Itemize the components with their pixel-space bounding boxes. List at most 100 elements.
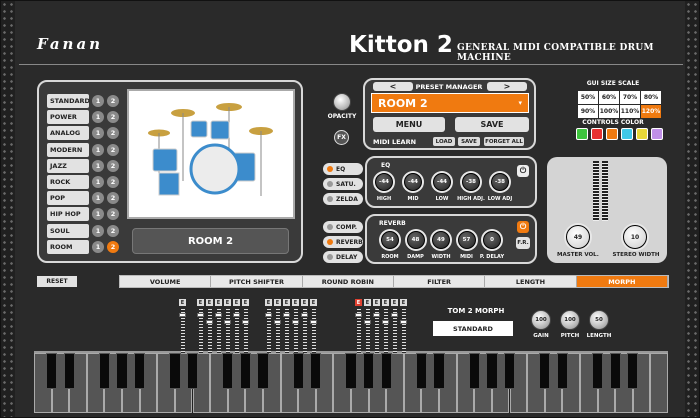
effect-knob[interactable]: -44 — [402, 171, 424, 193]
master-volume-knob[interactable]: 49 — [564, 223, 592, 251]
black-key[interactable] — [186, 353, 199, 389]
black-key[interactable] — [591, 353, 604, 389]
kit-variant-2-button[interactable]: 2 — [107, 143, 119, 156]
kit-label[interactable]: MODERN — [47, 142, 89, 157]
fader-handle[interactable] — [274, 320, 281, 324]
stereo-width-knob[interactable]: 10 — [621, 223, 649, 251]
kit-label[interactable]: ANALOG — [47, 126, 89, 141]
color-swatch[interactable] — [591, 128, 603, 140]
morph-knob[interactable]: 100 — [560, 310, 580, 330]
fader-handle[interactable] — [283, 313, 290, 317]
gui-scale-option[interactable]: 60% — [599, 91, 619, 104]
black-key[interactable] — [310, 353, 322, 389]
black-key[interactable] — [380, 353, 392, 389]
kit-variant-2-button[interactable]: 2 — [107, 208, 119, 221]
black-key[interactable] — [45, 353, 58, 389]
fader-enable-box[interactable]: E — [382, 299, 389, 306]
effect-knob[interactable]: -44 — [373, 171, 395, 193]
color-swatch[interactable] — [606, 128, 618, 140]
fader-handle[interactable] — [197, 313, 204, 317]
effect-knob[interactable]: 57 — [455, 229, 478, 251]
effect-knob[interactable]: -38 — [460, 171, 482, 193]
tab-filter[interactable]: FILTER — [394, 276, 486, 287]
kit-variant-1-button[interactable]: 1 — [92, 224, 104, 237]
fader-enable-box[interactable]: E — [391, 299, 398, 306]
forget-all-button[interactable]: FORGET ALL — [484, 137, 524, 146]
piano-keyboard[interactable] — [34, 351, 668, 413]
fader-handle[interactable] — [364, 320, 371, 324]
black-key[interactable] — [503, 353, 516, 389]
kit-label[interactable]: JAZZ — [47, 158, 89, 173]
effect-knob[interactable]: -38 — [489, 171, 511, 193]
color-swatch[interactable] — [621, 128, 633, 140]
fader-handle[interactable] — [310, 320, 317, 324]
effect-knob[interactable]: -44 — [431, 171, 453, 193]
kit-label[interactable]: POWER — [47, 110, 89, 125]
gui-scale-option[interactable]: 50% — [578, 91, 598, 104]
gui-scale-option[interactable]: 110% — [620, 105, 640, 118]
white-key[interactable] — [650, 353, 668, 413]
fx-button[interactable]: FX — [334, 130, 349, 145]
fader-handle[interactable] — [292, 320, 299, 324]
fader-enable-box[interactable]: E — [355, 299, 362, 306]
midi-load-button[interactable]: LOAD — [433, 137, 455, 146]
tab-volume[interactable]: VOLUME — [120, 276, 212, 287]
color-swatch[interactable] — [576, 128, 588, 140]
fx-toggle-button[interactable]: ZELDA — [323, 193, 363, 205]
gui-scale-option[interactable]: 100% — [599, 105, 619, 118]
gui-scale-option[interactable]: 80% — [641, 91, 661, 104]
black-key[interactable] — [556, 353, 568, 389]
kit-label[interactable]: ROCK — [47, 175, 89, 189]
black-key[interactable] — [292, 353, 304, 389]
fader-handle[interactable] — [301, 313, 308, 317]
fader-enable-box[interactable]: E — [242, 299, 249, 306]
tab-round-robin[interactable]: ROUND ROBIN — [303, 276, 394, 287]
effect-knob[interactable]: 0 — [481, 229, 503, 251]
kit-variant-1-button[interactable]: 1 — [92, 208, 104, 221]
menu-button[interactable]: MENU — [373, 117, 445, 132]
kit-label[interactable]: SOUL — [47, 223, 89, 238]
kit-label[interactable]: ROOM — [47, 239, 89, 254]
fr-button[interactable]: F.R. — [516, 237, 530, 249]
fader-handle[interactable] — [215, 313, 222, 317]
kit-variant-2-button[interactable]: 2 — [107, 159, 119, 172]
fader-enable-box[interactable]: E — [233, 299, 240, 306]
black-key[interactable] — [627, 353, 639, 389]
black-key[interactable] — [362, 353, 375, 389]
fader-enable-box[interactable]: E — [215, 299, 222, 306]
selected-kit-button[interactable]: ROOM 2 — [132, 228, 289, 254]
effect-knob[interactable]: 48 — [404, 229, 427, 251]
black-key[interactable] — [257, 353, 269, 389]
kit-label[interactable]: STANDARD — [47, 94, 90, 108]
fx-toggle-button[interactable]: EQ — [323, 163, 363, 175]
black-key[interactable] — [486, 353, 498, 389]
midi-save-button[interactable]: SAVE — [458, 137, 480, 146]
fader-enable-box[interactable]: E — [224, 299, 231, 306]
fader-enable-box[interactable]: E — [283, 299, 290, 306]
black-key[interactable] — [539, 353, 551, 389]
fader-handle[interactable] — [373, 313, 380, 317]
opacity-knob[interactable] — [333, 93, 351, 111]
kit-label[interactable]: HIP HOP — [47, 207, 89, 222]
black-key[interactable] — [63, 353, 75, 389]
fader-enable-box[interactable]: E — [400, 299, 407, 306]
reset-button[interactable]: RESET — [37, 276, 77, 287]
effect-knob[interactable]: 54 — [379, 229, 401, 251]
black-key[interactable] — [609, 353, 621, 389]
fader-handle[interactable] — [265, 313, 272, 317]
black-key[interactable] — [134, 353, 146, 389]
black-key[interactable] — [169, 353, 181, 389]
kit-variant-1-button[interactable]: 1 — [92, 127, 104, 140]
fader-handle[interactable] — [391, 313, 398, 317]
black-key[interactable] — [415, 353, 428, 389]
fader-enable-box[interactable]: E — [301, 299, 308, 306]
kit-variant-2-button[interactable]: 2 — [107, 95, 119, 107]
color-swatch[interactable] — [636, 128, 648, 140]
black-key[interactable] — [345, 353, 357, 389]
preset-prev-button[interactable]: < — [373, 82, 413, 91]
kit-label[interactable]: POP — [47, 191, 89, 206]
kit-variant-2-button[interactable]: 2 — [107, 176, 119, 188]
kit-variant-1-button[interactable]: 1 — [92, 240, 104, 253]
fader-handle[interactable] — [233, 313, 240, 317]
black-key[interactable] — [239, 353, 251, 389]
